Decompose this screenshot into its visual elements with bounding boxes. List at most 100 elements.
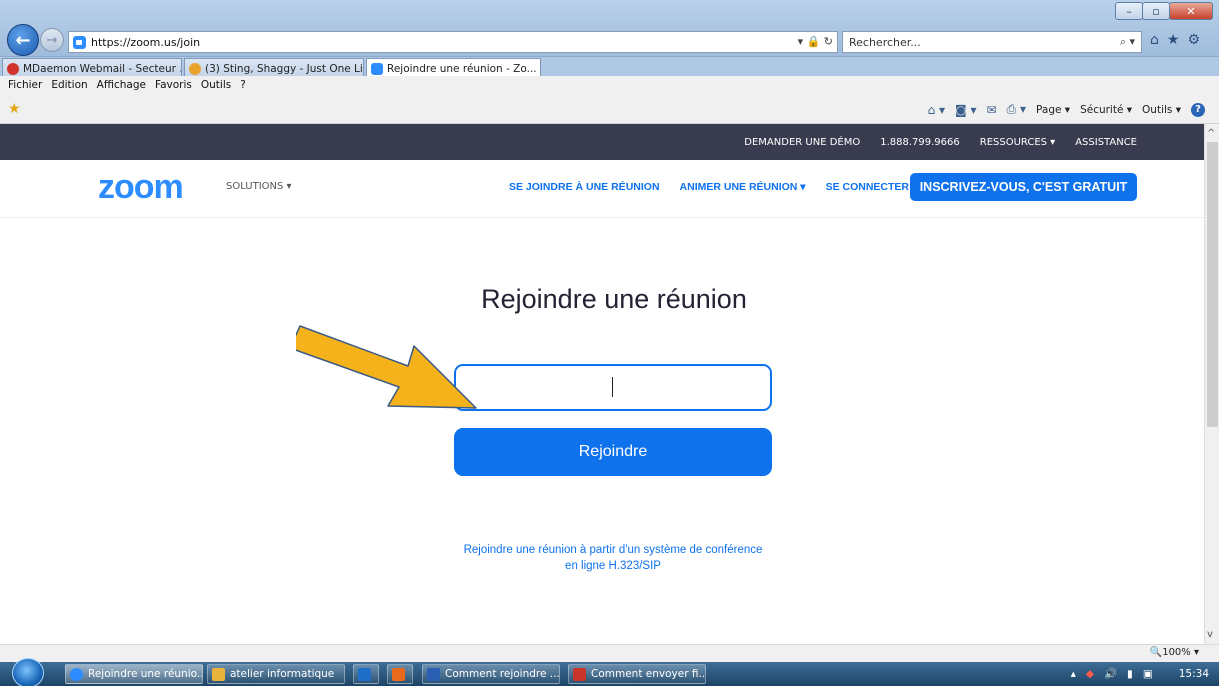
join-meeting-link[interactable]: SE JOINDRE À UNE RÉUNION (509, 181, 660, 193)
system-tray: ▴ ◆ 🔊 ▮ ▣ 15:34 (1071, 667, 1209, 681)
gear-icon[interactable]: ⚙ (1187, 32, 1200, 48)
search-placeholder: Rechercher... (849, 35, 921, 49)
help-icon[interactable]: ? (1191, 102, 1205, 117)
scroll-down-icon[interactable]: v (1207, 629, 1213, 640)
page-menu[interactable]: Page ▾ (1036, 104, 1070, 116)
page-viewport: DEMANDER UNE DÉMO 1.888.799.9666 RESSOUR… (0, 124, 1204, 644)
taskbar-item-powerpoint[interactable]: Comment envoyer fi... (568, 664, 706, 684)
taskbar-item-outlook[interactable] (353, 664, 379, 684)
powerpoint-icon (573, 667, 586, 681)
tab-zoom-join[interactable]: Rejoindre une réunion - Zo... ✕ (366, 58, 541, 77)
clock[interactable]: 15:34 (1179, 668, 1209, 680)
tab-label: (3) Sting, Shaggy - Just One Lif... (205, 63, 364, 75)
mail-icon[interactable]: ✉ (987, 103, 997, 117)
search-input[interactable]: Rechercher... ⌕ ▾ (842, 31, 1142, 53)
taskbar-label: Comment rejoindre ... (445, 668, 560, 680)
zoom-logo[interactable]: zoom (98, 168, 184, 207)
rss-feed-icon[interactable]: ◙ ▾ (955, 103, 976, 117)
menu-fichier[interactable]: Fichier (8, 79, 42, 91)
taskbar-label: Comment envoyer fi... (591, 668, 706, 680)
volume-icon[interactable]: 🔊 (1104, 667, 1117, 680)
menu-bar: Fichier Edition Affichage Favoris Outils… (0, 76, 1219, 94)
home-icon[interactable]: ⌂ (1150, 32, 1159, 48)
request-demo-link[interactable]: DEMANDER UNE DÉMO (744, 137, 860, 148)
address-bar[interactable]: https://zoom.us/join ▾ 🔒 ↻ (68, 31, 838, 53)
outlook-icon (358, 667, 371, 681)
scroll-up-icon[interactable]: ^ (1207, 128, 1215, 139)
word-icon (427, 667, 440, 681)
tab-label: MDaemon Webmail - Secteur ... (23, 63, 182, 75)
tools-menu[interactable]: Outils ▾ (1142, 104, 1181, 116)
minimize-button[interactable]: – (1115, 2, 1143, 20)
zoom-header: zoom SOLUTIONS ▾ SE JOINDRE À UNE RÉUNIO… (0, 160, 1204, 218)
menu-affichage[interactable]: Affichage (97, 79, 146, 91)
print-icon[interactable]: ⎙ ▾ (1007, 102, 1026, 117)
window-controls: – ▫ ✕ (1115, 2, 1213, 20)
command-bar: ★ ⌂ ▾ ◙ ▾ ✉ ⎙ ▾ Page ▾ Sécurité ▾ Outils… (0, 94, 1219, 124)
taskbar-item-word[interactable]: Comment rejoindre ... (422, 664, 560, 684)
taskbar-label: Rejoindre une réunio... (88, 668, 203, 680)
menu-outils[interactable]: Outils (201, 79, 231, 91)
host-meeting-menu[interactable]: ANIMER UNE RÉUNION ▾ (680, 181, 806, 193)
browser-nav-icons: ⌂ ★ ⚙ (1150, 32, 1200, 48)
folder-icon (212, 667, 225, 681)
meeting-id-input[interactable] (454, 364, 772, 411)
tray-expand-icon[interactable]: ▴ (1071, 668, 1076, 680)
menu-edition[interactable]: Edition (51, 79, 87, 91)
taskbar-item-ie[interactable]: Rejoindre une réunio... (65, 664, 203, 684)
solutions-menu[interactable]: SOLUTIONS ▾ (226, 181, 292, 192)
sip-join-link[interactable]: Rejoindre une réunion à partir d'un syst… (430, 542, 796, 574)
zoom-favicon-icon (73, 35, 86, 49)
signup-button[interactable]: INSCRIVEZ-VOUS, C'EST GRATUIT (910, 173, 1137, 201)
taskbar-item-folder[interactable]: atelier informatique (207, 664, 345, 684)
mdaemon-icon (7, 63, 19, 75)
support-link[interactable]: ASSISTANCE (1075, 137, 1137, 148)
main-nav: SE JOINDRE À UNE RÉUNION ANIMER UNE RÉUN… (509, 181, 909, 193)
search-icon[interactable]: ⌕ ▾ (1120, 35, 1135, 49)
browser-titlebar: – ▫ ✕ ← → https://zoom.us/join ▾ 🔒 ↻ Rec… (0, 0, 1219, 56)
sip-link-line1[interactable]: Rejoindre une réunion à partir d'un syst… (430, 542, 796, 558)
device-icon[interactable]: ▣ (1143, 668, 1153, 680)
address-url[interactable]: https://zoom.us/join (91, 36, 200, 49)
tab-mdaemon[interactable]: MDaemon Webmail - Secteur ... (2, 58, 182, 77)
annotation-arrow-icon (296, 325, 477, 409)
ie-page-icon (189, 63, 201, 75)
address-actions[interactable]: ▾ 🔒 ↻ (798, 35, 833, 48)
network-icon[interactable]: ▮ (1127, 668, 1133, 680)
vertical-scrollbar[interactable]: ^ v (1204, 124, 1219, 644)
phone-number[interactable]: 1.888.799.9666 (880, 137, 960, 148)
maximize-button[interactable]: ▫ (1142, 2, 1170, 20)
favorites-star-icon[interactable]: ★ (1167, 32, 1180, 48)
join-button[interactable]: Rejoindre (454, 428, 772, 476)
windows-taskbar: Rejoindre une réunio... atelier informat… (0, 658, 1219, 686)
acrobat-tray-icon[interactable]: ◆ (1086, 668, 1094, 680)
scrollbar-thumb[interactable] (1207, 142, 1218, 427)
forward-button[interactable]: → (40, 28, 64, 52)
tab-label: Rejoindre une réunion - Zo... (387, 63, 537, 75)
zoom-tab-icon (371, 63, 383, 75)
start-button[interactable] (12, 658, 44, 686)
back-button[interactable]: ← (7, 24, 39, 56)
text-caret (612, 377, 613, 397)
arrow-left-icon: ← (15, 29, 31, 51)
taskbar-label: atelier informatique (230, 668, 335, 680)
media-player-icon (392, 667, 405, 681)
menu-help[interactable]: ? (240, 79, 246, 91)
add-favorites-icon[interactable]: ★ (8, 101, 21, 117)
resources-menu[interactable]: RESSOURCES ▾ (980, 137, 1055, 148)
tab-youtube[interactable]: (3) Sting, Shaggy - Just One Lif... (184, 58, 364, 77)
close-window-button[interactable]: ✕ (1169, 2, 1213, 20)
home-icon[interactable]: ⌂ ▾ (928, 103, 945, 117)
taskbar-item-media[interactable] (387, 664, 413, 684)
security-menu[interactable]: Sécurité ▾ (1080, 104, 1132, 116)
tab-bar: MDaemon Webmail - Secteur ... (3) Sting,… (0, 56, 1219, 77)
sign-in-link[interactable]: SE CONNECTER (826, 181, 909, 193)
zoom-level[interactable]: 🔍100% ▾ (1150, 647, 1199, 658)
sip-link-line2[interactable]: en ligne H.323/SIP (430, 558, 796, 574)
status-bar: 🔍100% ▾ (0, 644, 1219, 662)
zoom-topbar: DEMANDER UNE DÉMO 1.888.799.9666 RESSOUR… (0, 124, 1204, 160)
topbar-links: DEMANDER UNE DÉMO 1.888.799.9666 RESSOUR… (744, 124, 1137, 160)
arrow-right-icon: → (46, 32, 58, 48)
command-bar-actions: ⌂ ▾ ◙ ▾ ✉ ⎙ ▾ Page ▾ Sécurité ▾ Outils ▾… (928, 102, 1205, 117)
menu-favoris[interactable]: Favoris (155, 79, 192, 91)
